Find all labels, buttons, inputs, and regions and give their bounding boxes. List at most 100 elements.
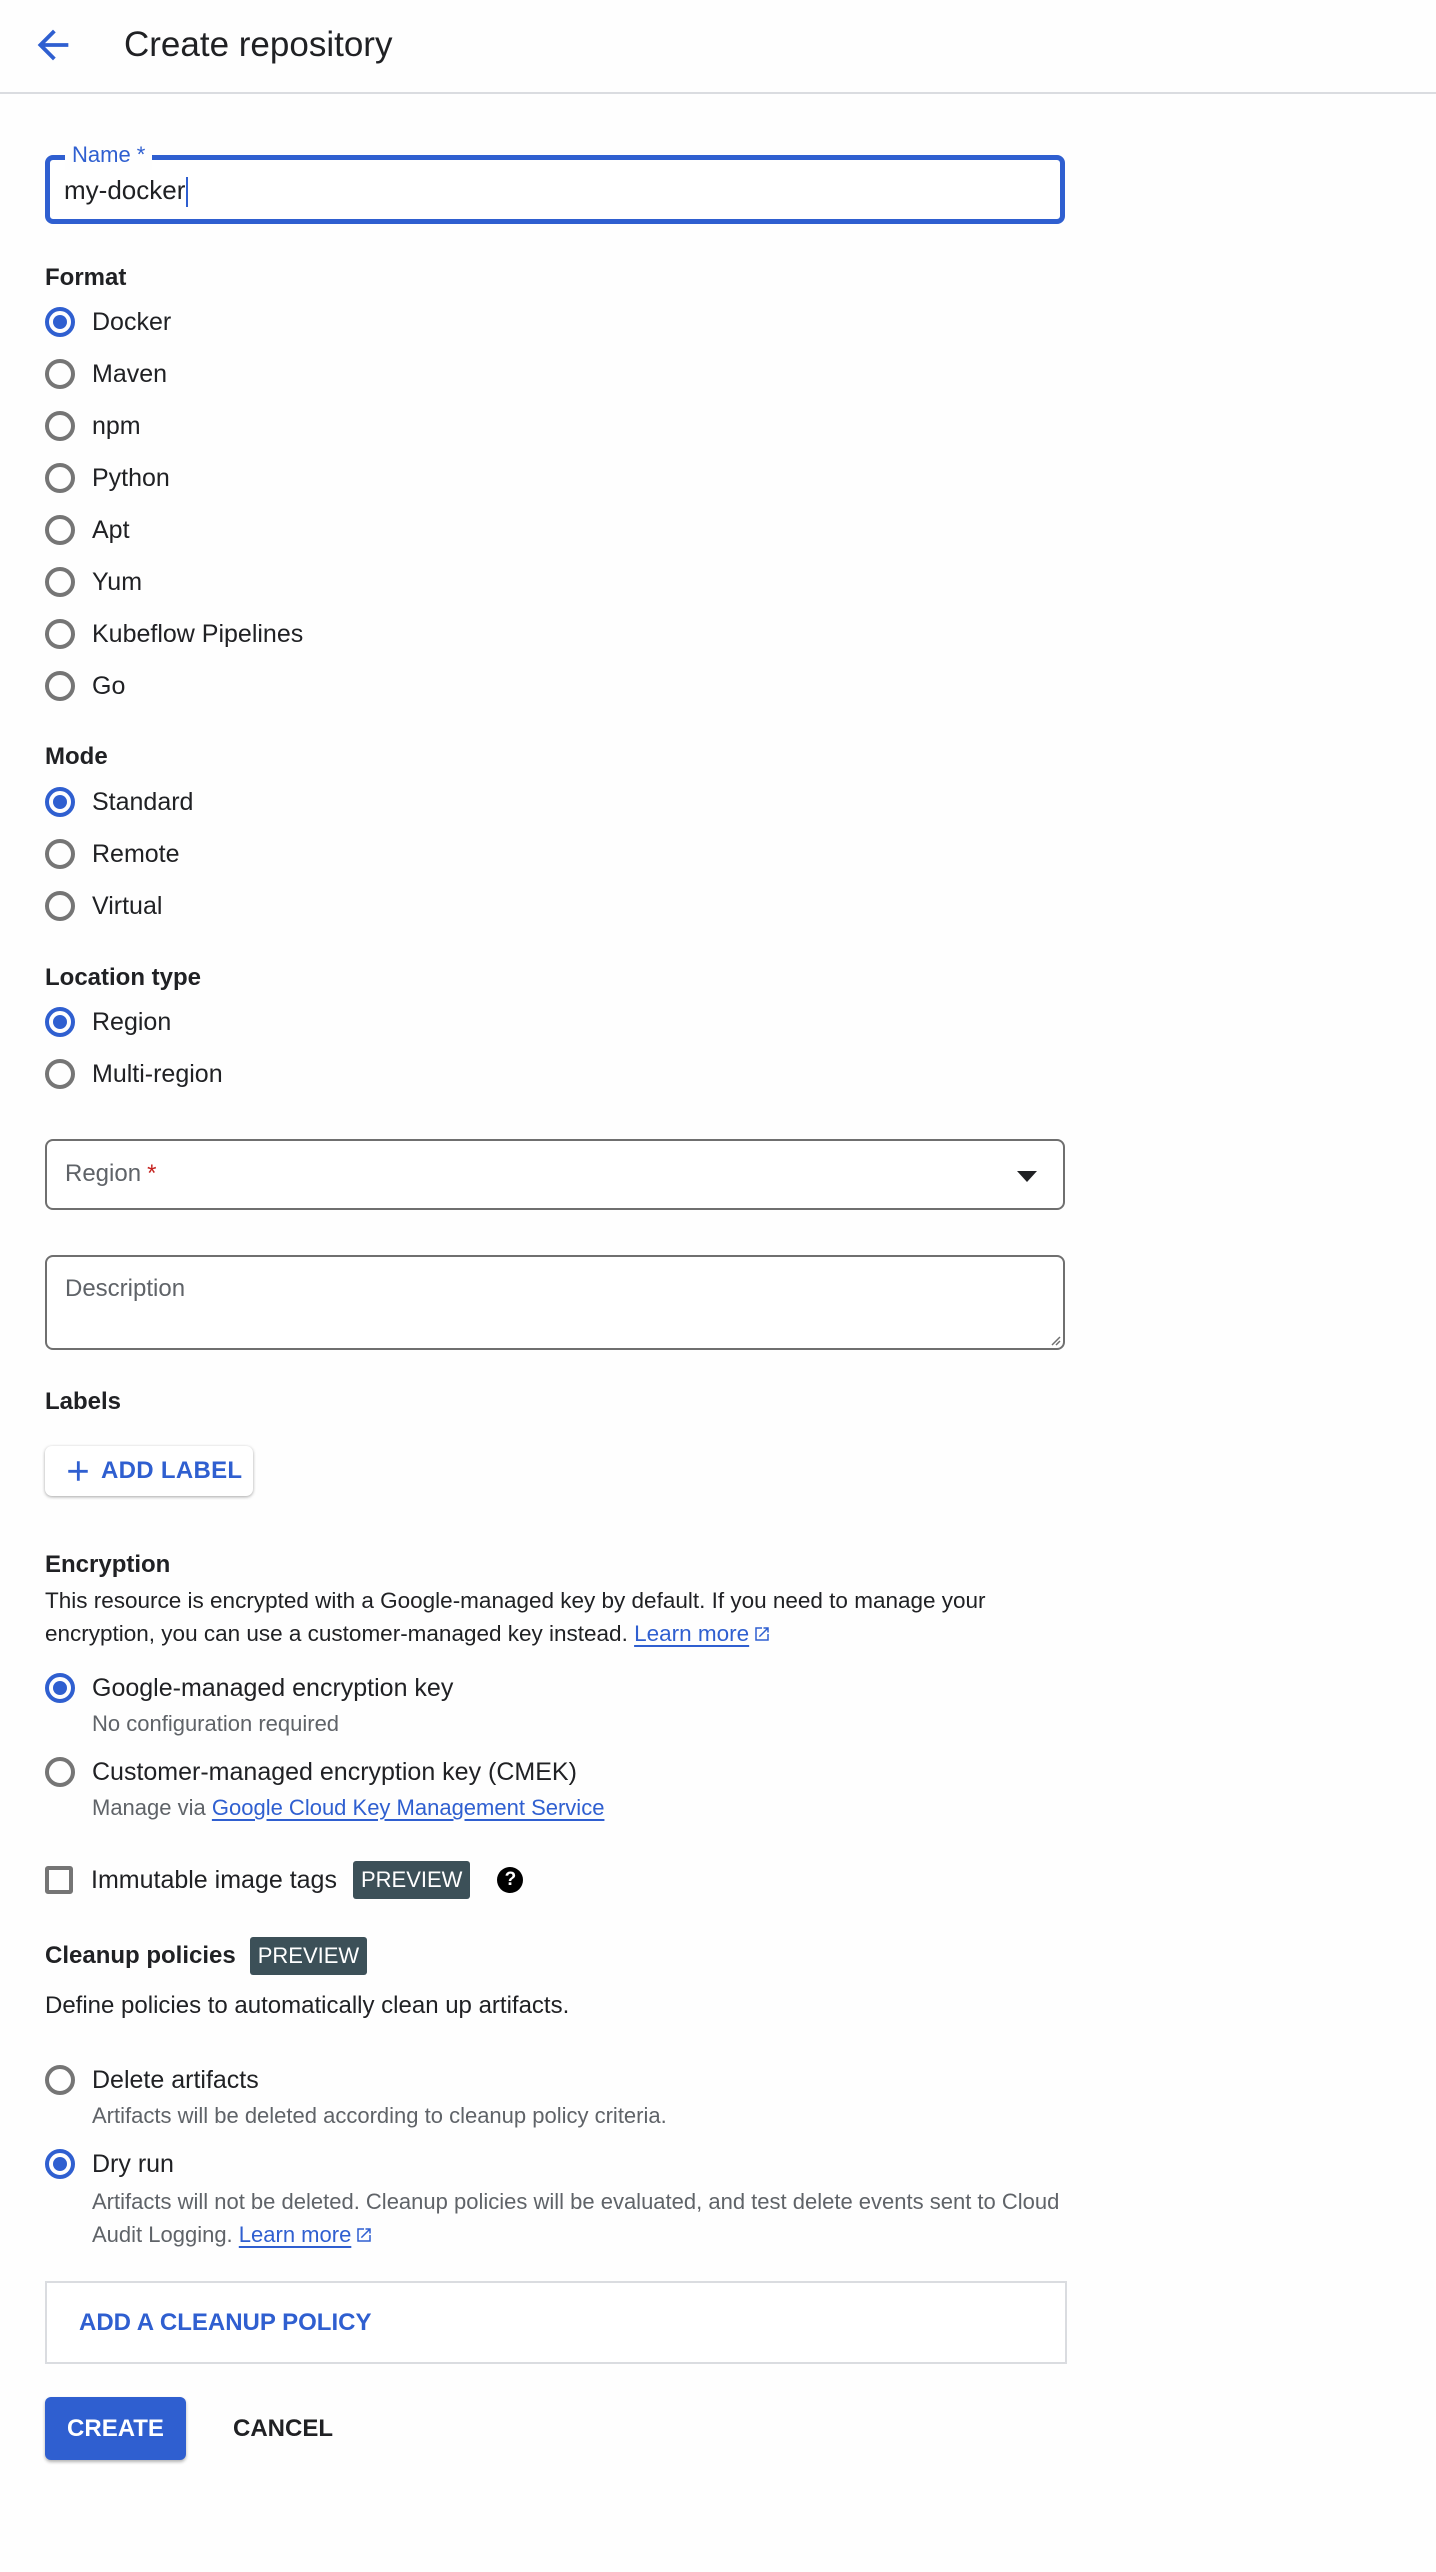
radio-label: Go [92, 672, 126, 700]
cancel-button[interactable]: CANCEL [220, 2397, 346, 2460]
name-text: my-docker [64, 175, 186, 205]
add-label-text: ADD LABEL [101, 1457, 243, 1484]
google-managed-subtext: No configuration required [92, 1711, 340, 1736]
format-radio-go[interactable]: Go [45, 668, 125, 704]
radio-label: Virtual [92, 892, 163, 920]
name-input[interactable]: Name * my-docker [45, 140, 1065, 224]
format-radio-docker[interactable]: Docker [45, 304, 171, 340]
radio-checked-icon[interactable] [45, 307, 75, 337]
text-cursor [186, 177, 189, 208]
encryption-radio-cmek[interactable]: Customer-managed encryption key (CMEK) [45, 1754, 577, 1790]
dry-run-subtext-text: Artifacts will not be deleted. Cleanup p… [92, 2189, 1060, 2247]
encryption-text: This resource is encrypted with a Google… [45, 1588, 986, 1646]
format-radio-kubeflow[interactable]: Kubeflow Pipelines [45, 616, 303, 652]
radio-label: Docker [92, 308, 172, 336]
encryption-radio-google-managed[interactable]: Google-managed encryption key [45, 1670, 453, 1706]
preview-badge: PREVIEW [249, 1937, 368, 1975]
format-heading: Format [45, 264, 127, 291]
dry-run-subtext: Artifacts will not be deleted. Cleanup p… [92, 2185, 1072, 2251]
radio-label: Multi-region [92, 1060, 223, 1088]
required-mark: * [147, 1160, 157, 1187]
radio-label: Customer-managed encryption key (CMEK) [92, 1758, 577, 1786]
radio-label: Kubeflow Pipelines [92, 620, 304, 648]
radio-unchecked-icon[interactable] [45, 359, 75, 389]
immutable-tags-label: Immutable image tags [91, 1866, 337, 1894]
delete-artifacts-subtext: Artifacts will be deleted according to c… [92, 2103, 667, 2128]
labels-heading: Labels [45, 1388, 122, 1415]
cmek-subtext: Manage via Google Cloud Key Management S… [92, 1793, 604, 1823]
radio-unchecked-icon[interactable] [45, 1757, 75, 1787]
external-link-icon [357, 2228, 372, 2242]
immutable-tags-row: Immutable image tags PREVIEW ? [45, 1859, 524, 1901]
name-label: Name * [65, 140, 153, 170]
radio-unchecked-icon[interactable] [45, 839, 75, 869]
format-radio-python[interactable]: Python [45, 460, 170, 496]
radio-checked-icon[interactable] [45, 1007, 75, 1037]
radio-label: Delete artifacts [92, 2066, 259, 2094]
cmek-sub-prefix: Manage via [92, 1795, 206, 1820]
cleanup-heading-row: Cleanup policies PREVIEW [45, 1935, 368, 1977]
page-header: Create repository [0, 0, 1436, 94]
immutable-tags-checkbox[interactable] [45, 1866, 73, 1894]
radio-unchecked-icon[interactable] [45, 515, 75, 545]
radio-unchecked-icon[interactable] [45, 567, 75, 597]
radio-unchecked-icon[interactable] [45, 619, 75, 649]
name-value[interactable]: my-docker [64, 174, 189, 208]
radio-label: Standard [92, 788, 194, 816]
radio-checked-icon[interactable] [45, 2149, 75, 2179]
help-icon[interactable]: ? [497, 1867, 524, 1893]
description-textarea[interactable]: Description [45, 1255, 1065, 1350]
format-radio-apt[interactable]: Apt [45, 512, 130, 548]
external-link-icon [755, 1627, 769, 1641]
mode-radio-virtual[interactable]: Virtual [45, 888, 162, 924]
arrow-left-icon [37, 29, 69, 61]
radio-checked-icon[interactable] [45, 787, 75, 817]
location-radio-region[interactable]: Region [45, 1004, 171, 1040]
back-button[interactable] [30, 22, 76, 68]
page-title: Create repository [124, 25, 393, 64]
kms-link[interactable]: Google Cloud Key Management Service [212, 1795, 605, 1820]
plus-icon [68, 1461, 88, 1481]
radio-label: Python [92, 464, 170, 492]
radio-label: Apt [92, 516, 130, 544]
radio-unchecked-icon[interactable] [45, 671, 75, 701]
radio-unchecked-icon[interactable] [45, 2065, 75, 2095]
radio-label: Yum [92, 568, 143, 596]
region-placeholder: Region * [65, 1159, 156, 1189]
add-label-button[interactable]: ADD LABEL [45, 1446, 253, 1496]
region-placeholder-text: Region [65, 1160, 142, 1187]
format-radio-yum[interactable]: Yum [45, 564, 142, 600]
preview-badge: PREVIEW [352, 1861, 471, 1899]
radio-unchecked-icon[interactable] [45, 1059, 75, 1089]
create-button[interactable]: CREATE [45, 2397, 186, 2460]
cleanup-radio-delete[interactable]: Delete artifacts [45, 2062, 259, 2098]
dry-run-learn-more-link[interactable]: Learn more [239, 2222, 352, 2247]
add-cleanup-policy-button[interactable]: ADD A CLEANUP POLICY [79, 2308, 371, 2338]
radio-checked-icon[interactable] [45, 1673, 75, 1703]
location-type-heading: Location type [45, 964, 202, 991]
radio-label: Google-managed encryption key [92, 1674, 454, 1702]
cleanup-description: Define policies to automatically clean u… [45, 1992, 570, 2019]
dropdown-arrow-icon [1017, 1171, 1037, 1182]
location-radio-multi-region[interactable]: Multi-region [45, 1056, 223, 1092]
cleanup-radio-dry-run[interactable]: Dry run [45, 2146, 174, 2182]
radio-label: Dry run [92, 2150, 174, 2178]
mode-radio-remote[interactable]: Remote [45, 836, 180, 872]
cleanup-heading: Cleanup policies [45, 1942, 236, 1969]
encryption-heading: Encryption [45, 1551, 171, 1578]
radio-label: Maven [92, 360, 168, 388]
description-placeholder: Description [65, 1275, 186, 1302]
format-radio-maven[interactable]: Maven [45, 356, 167, 392]
mode-radio-standard[interactable]: Standard [45, 784, 193, 820]
encryption-description: This resource is encrypted with a Google… [45, 1584, 1085, 1650]
radio-unchecked-icon[interactable] [45, 411, 75, 441]
format-radio-npm[interactable]: npm [45, 408, 141, 444]
resize-grip-icon[interactable] [1047, 1332, 1061, 1346]
mode-heading: Mode [45, 743, 108, 770]
radio-unchecked-icon[interactable] [45, 463, 75, 493]
region-select[interactable]: Region * [45, 1139, 1065, 1210]
cleanup-policy-panel: ADD A CLEANUP POLICY [45, 2281, 1067, 2364]
encryption-learn-more-link[interactable]: Learn more [634, 1621, 749, 1646]
radio-label: npm [92, 412, 141, 440]
radio-unchecked-icon[interactable] [45, 891, 75, 921]
